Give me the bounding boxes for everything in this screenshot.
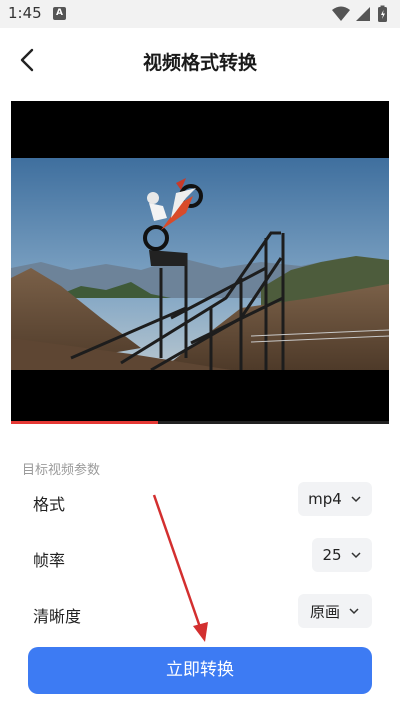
status-time: 1:45 [8,4,42,22]
chevron-down-icon [349,608,359,615]
frame-rate-select[interactable]: 25 [312,538,372,572]
format-label: 格式 [33,495,66,514]
status-icons [330,5,394,23]
frame-rate-value: 25 [322,546,342,564]
frame-rate-label: 帧率 [33,551,66,570]
video-progress-track[interactable] [11,421,389,424]
notification-icon: A [53,7,66,20]
chevron-down-icon [351,552,361,559]
signal-icon [356,7,370,21]
resolution-row: 清晰度 原画 [0,594,400,634]
resolution-select[interactable]: 原画 [298,594,372,628]
header: 视频格式转换 [0,28,400,92]
status-bar: 1:45 A [0,0,400,28]
battery-icon [378,5,387,22]
video-progress-fill [11,421,159,424]
video-frame [11,158,389,370]
convert-now-button[interactable]: 立即转换 [28,647,372,694]
video-player[interactable] [11,101,389,424]
format-value: mp4 [308,490,342,508]
format-row: 格式 mp4 [0,482,400,522]
resolution-value: 原画 [309,602,340,621]
frame-rate-row: 帧率 25 [0,538,400,578]
resolution-label: 清晰度 [33,607,82,626]
chevron-down-icon [351,496,361,503]
wifi-icon [332,6,350,21]
page-title: 视频格式转换 [142,52,257,74]
format-select[interactable]: mp4 [298,482,372,516]
section-label: 目标视频参数 [22,463,101,478]
